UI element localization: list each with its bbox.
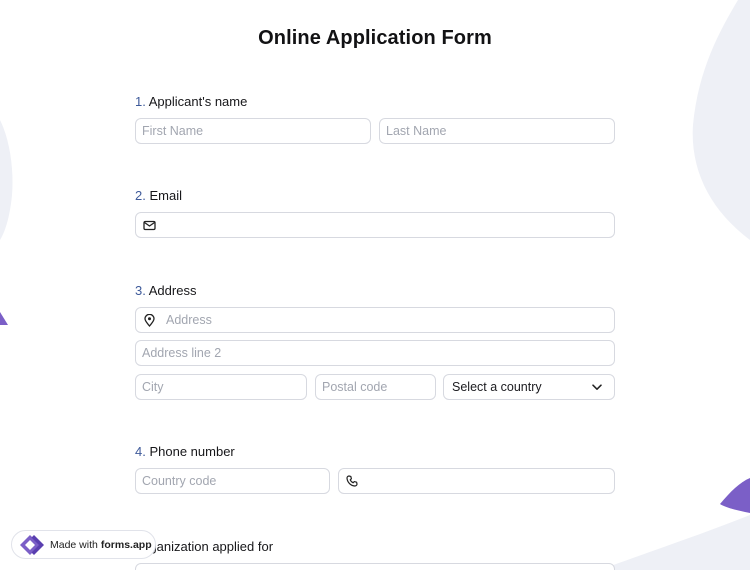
question-address: 3. Address — [135, 283, 196, 298]
phone-input[interactable] — [338, 468, 615, 494]
postal-code-placeholder: Postal code — [322, 380, 388, 394]
question-number: 2. — [135, 188, 146, 203]
badge-brand: forms.app — [100, 538, 152, 551]
first-name-input[interactable]: First Name — [135, 118, 371, 144]
address-line-2-input[interactable]: Address line 2 — [135, 340, 615, 366]
question-number: 3. — [135, 283, 146, 298]
application-form: Online Application Form 1. Applicant's n… — [0, 0, 750, 570]
country-code-input[interactable]: Country code — [135, 468, 330, 494]
forms-app-logo-icon — [19, 534, 45, 556]
map-pin-icon — [142, 313, 156, 327]
form-title: Online Application Form — [258, 27, 492, 49]
organization-input[interactable] — [135, 563, 615, 570]
city-placeholder: City — [142, 380, 164, 394]
address-placeholder: Address — [166, 313, 212, 327]
country-code-placeholder: Country code — [142, 474, 217, 488]
mail-icon — [142, 218, 156, 232]
phone-icon — [345, 474, 359, 488]
last-name-input[interactable]: Last Name — [379, 118, 615, 144]
badge-prefix: Made with — [50, 538, 98, 551]
email-input[interactable] — [135, 212, 615, 238]
question-text: Email — [149, 188, 182, 203]
question-applicant-name: 1. Applicant's name — [135, 94, 247, 109]
address-line-2-placeholder: Address line 2 — [142, 346, 222, 360]
last-name-placeholder: Last Name — [386, 124, 447, 138]
question-text: Applicant's name — [148, 94, 248, 109]
question-number: 4. — [135, 444, 146, 459]
question-email: 2. Email — [135, 188, 182, 203]
chevron-down-icon — [592, 380, 602, 394]
first-name-placeholder: First Name — [142, 124, 204, 138]
postal-code-input[interactable]: Postal code — [315, 374, 436, 400]
question-phone: 4. Phone number — [135, 444, 235, 459]
country-select-value: Select a country — [452, 380, 542, 394]
address-input[interactable]: Address — [135, 307, 615, 333]
city-input[interactable]: City — [135, 374, 307, 400]
question-number: 1. — [135, 94, 146, 109]
question-text: Phone number — [149, 444, 235, 459]
country-select[interactable]: Select a country — [443, 374, 615, 400]
question-text: Address — [148, 283, 197, 298]
made-with-forms-app-badge[interactable]: Made with forms.app — [11, 530, 156, 559]
